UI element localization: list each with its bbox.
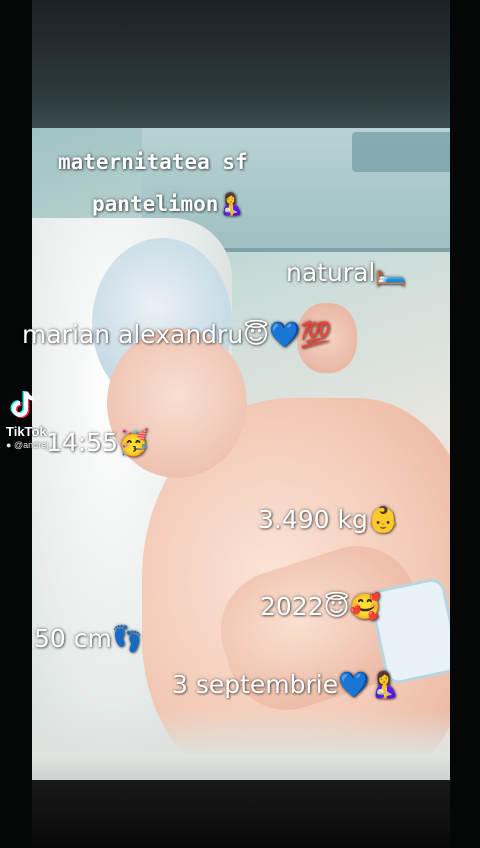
caption-length: 50 cm👣 — [34, 624, 143, 653]
caption-maternity-line2: pantelimon🤱 — [92, 192, 245, 216]
caption-year: 2022😇🥰 — [260, 592, 381, 621]
user-icon: ● — [6, 440, 12, 450]
caption-birth-time: 14:55🥳 — [46, 428, 150, 457]
sheet — [32, 708, 450, 782]
incubator-window — [352, 132, 450, 172]
right-letterbox — [450, 0, 480, 848]
caption-maternity-line1: maternitatea sf — [58, 150, 248, 174]
tiktok-brand-text: TikTok — [6, 424, 47, 439]
tiktok-logo-icon — [6, 388, 40, 422]
tiktok-watermark: TikTok ● @andrej — [6, 388, 48, 450]
caption-natural: natural🛏️ — [286, 258, 407, 287]
tiktok-username-text: @andrej — [13, 440, 49, 450]
video-frame: maternitatea sf pantelimon🤱 natural🛏️ ma… — [0, 0, 480, 848]
caption-baby-name: marian alexandru😇💙💯 — [22, 320, 332, 349]
caption-birth-date: 3 septembrie💙🤱 — [172, 670, 401, 699]
bottom-dark-area — [32, 780, 450, 848]
top-dark-area — [32, 0, 450, 135]
tiktok-username: ● @andrej — [6, 440, 48, 450]
caption-weight: 3.490 kg👶 — [258, 505, 399, 534]
